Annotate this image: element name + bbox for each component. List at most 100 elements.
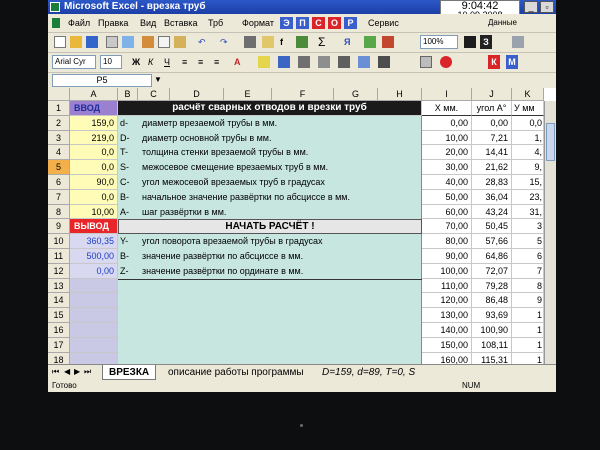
column-header-i[interactable]: I xyxy=(422,88,472,101)
table-y-4[interactable]: 9, xyxy=(512,160,544,175)
table-angle-16[interactable]: 108,11 xyxy=(472,337,512,353)
table-x-2[interactable]: 10,00 xyxy=(422,130,472,146)
menu-format[interactable]: Формат xyxy=(242,14,274,32)
table-y-14[interactable]: 1 xyxy=(512,308,544,323)
row-header-7[interactable]: 7 xyxy=(48,189,70,205)
macro-icon-b[interactable] xyxy=(464,36,476,48)
insert-link-icon[interactable] xyxy=(244,36,256,48)
row-header-2[interactable]: 2 xyxy=(48,115,70,131)
table-x-5[interactable]: 40,00 xyxy=(422,175,472,190)
column-header-b[interactable]: B xyxy=(118,88,138,101)
table-angle-9[interactable]: 57,66 xyxy=(472,234,512,249)
table-y-2[interactable]: 1, xyxy=(512,130,544,146)
table-angle-12[interactable]: 79,28 xyxy=(472,278,512,294)
preview-icon[interactable] xyxy=(122,36,134,48)
open-icon[interactable] xyxy=(70,36,82,48)
input-value-1[interactable]: 159,0 xyxy=(70,115,118,131)
table-y-7[interactable]: 31, xyxy=(512,204,544,220)
column-header-k[interactable]: K xyxy=(512,88,544,101)
table-angle-11[interactable]: 72,07 xyxy=(472,263,512,279)
tab-program-description[interactable]: описание работы программы xyxy=(162,365,310,380)
fill-color-icon[interactable] xyxy=(258,56,270,68)
table-y-15[interactable]: 1 xyxy=(512,323,544,338)
scroll-thumb[interactable] xyxy=(546,123,555,161)
row-header-3[interactable]: 3 xyxy=(48,130,70,146)
table-angle-10[interactable]: 64,86 xyxy=(472,249,512,264)
help-icon[interactable] xyxy=(512,36,524,48)
name-box[interactable]: P5 xyxy=(52,74,152,87)
table-angle-1[interactable]: 0,00 xyxy=(472,115,512,131)
italic-button[interactable]: К xyxy=(148,55,153,69)
font-size-select[interactable]: 10 xyxy=(100,55,122,69)
column-header-c[interactable]: C xyxy=(138,88,170,101)
input-value-7[interactable]: 10,00 xyxy=(70,204,118,220)
comma-icon[interactable] xyxy=(378,56,390,68)
row-header-13[interactable]: 13 xyxy=(48,278,70,294)
table-x-10[interactable]: 90,00 xyxy=(422,249,472,264)
restore-button[interactable]: ▫ xyxy=(540,1,554,13)
table-x-13[interactable]: 120,00 xyxy=(422,293,472,309)
row-header-11[interactable]: 11 xyxy=(48,249,70,264)
drawing-icon[interactable] xyxy=(364,36,376,48)
merge-icon[interactable] xyxy=(298,56,310,68)
table-x-8[interactable]: 70,00 xyxy=(422,219,472,235)
macro-button-e[interactable]: Э xyxy=(280,17,293,29)
table-y-9[interactable]: 5 xyxy=(512,234,544,249)
font-color-icon[interactable]: A xyxy=(234,55,241,69)
start-calculation-button[interactable]: НАЧАТЬ РАСЧЁТ ! xyxy=(118,219,422,235)
table-y-5[interactable]: 15, xyxy=(512,175,544,190)
name-box-dropdown-icon[interactable]: ▼ xyxy=(154,73,162,87)
row-header-14[interactable]: 14 xyxy=(48,293,70,309)
fx-button[interactable]: f xyxy=(280,35,283,49)
table-y-10[interactable]: 6 xyxy=(512,249,544,264)
row-header-16[interactable]: 16 xyxy=(48,323,70,338)
row-header-1[interactable]: 1 xyxy=(48,101,70,116)
row-header-9[interactable]: 9 xyxy=(48,219,70,235)
empty-a-15[interactable] xyxy=(70,308,118,323)
chart-icon[interactable] xyxy=(296,36,308,48)
table-y-12[interactable]: 8 xyxy=(512,278,544,294)
table-x-15[interactable]: 140,00 xyxy=(422,323,472,338)
row-header-17[interactable]: 17 xyxy=(48,337,70,353)
menu-data[interactable]: Данные xyxy=(488,14,517,32)
new-icon[interactable] xyxy=(54,36,66,48)
menu-edit[interactable]: Правка xyxy=(98,14,128,32)
menu-trb[interactable]: Трб xyxy=(208,14,223,32)
print-icon[interactable] xyxy=(106,36,118,48)
table-angle-7[interactable]: 43,24 xyxy=(472,204,512,220)
tab-vrezka[interactable]: ВРЕЗКА xyxy=(102,365,157,380)
table-y-16[interactable]: 1 xyxy=(512,337,544,353)
empty-a-17[interactable] xyxy=(70,337,118,353)
row-header-12[interactable]: 12 xyxy=(48,263,70,279)
column-header-a[interactable]: A xyxy=(70,88,118,101)
empty-a-13[interactable] xyxy=(70,278,118,294)
macro-button-p[interactable]: П xyxy=(296,17,309,29)
grid-icon[interactable] xyxy=(420,56,432,68)
table-y-3[interactable]: 4, xyxy=(512,145,544,161)
table-x-1[interactable]: 0,00 xyxy=(422,115,472,131)
row-header-6[interactable]: 6 xyxy=(48,175,70,190)
sort-az-button[interactable]: Я xyxy=(344,35,350,49)
sort-icon[interactable] xyxy=(262,36,274,48)
column-header-g[interactable]: G xyxy=(334,88,378,101)
table-angle-6[interactable]: 36,04 xyxy=(472,189,512,205)
red-dot-icon[interactable] xyxy=(440,56,452,68)
table-x-4[interactable]: 30,00 xyxy=(422,160,472,175)
table-x-14[interactable]: 130,00 xyxy=(422,308,472,323)
vertical-scrollbar[interactable] xyxy=(544,101,556,364)
input-value-5[interactable]: 90,0 xyxy=(70,175,118,190)
table-x-3[interactable]: 20,00 xyxy=(422,145,472,161)
column-header-h[interactable]: H xyxy=(378,88,422,101)
table-y-13[interactable]: 9 xyxy=(512,293,544,309)
table-angle-5[interactable]: 28,83 xyxy=(472,175,512,190)
column-header-f[interactable]: F xyxy=(272,88,334,101)
increase-indent-icon[interactable] xyxy=(338,56,350,68)
menu-file[interactable]: Файл xyxy=(68,14,90,32)
table-x-12[interactable]: 110,00 xyxy=(422,278,472,294)
cut-icon[interactable] xyxy=(142,36,154,48)
align-center-icon[interactable]: ≡ xyxy=(198,55,203,69)
borders-icon[interactable] xyxy=(278,56,290,68)
column-header-d[interactable]: D xyxy=(170,88,224,101)
empty-a-16[interactable] xyxy=(70,323,118,338)
input-value-2[interactable]: 219,0 xyxy=(70,130,118,146)
